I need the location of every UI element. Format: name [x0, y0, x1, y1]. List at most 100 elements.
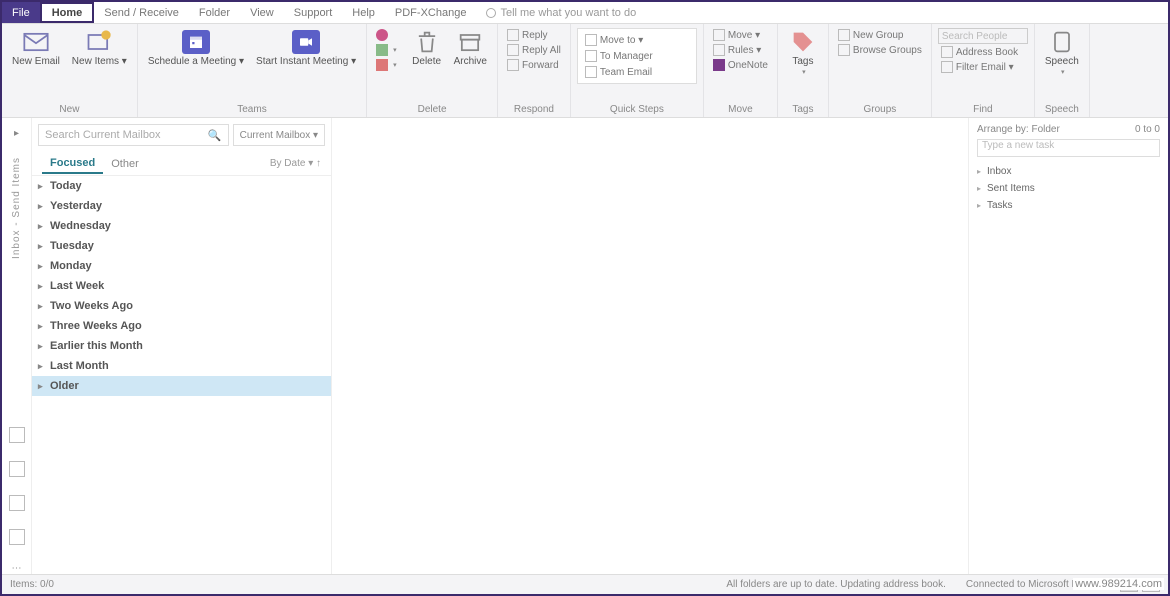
- group-find-label: Find: [938, 104, 1028, 117]
- mail-nav-icon[interactable]: [9, 427, 25, 443]
- move-label: Move ▾: [728, 30, 760, 41]
- tab-home[interactable]: Home: [40, 2, 95, 23]
- todo-arrange-label[interactable]: Arrange by: Folder: [977, 124, 1060, 135]
- search-scope-dropdown[interactable]: Current Mailbox ▾: [233, 124, 325, 146]
- reply-all-button[interactable]: Reply All: [504, 43, 564, 57]
- tab-file[interactable]: File: [2, 2, 40, 23]
- tab-view[interactable]: View: [240, 2, 284, 23]
- move-button[interactable]: Move ▾: [710, 28, 771, 42]
- expand-icon[interactable]: ▸: [14, 128, 19, 139]
- junk-icon: [376, 59, 388, 71]
- tab-support[interactable]: Support: [284, 2, 343, 23]
- instant-meeting-label: Start Instant Meeting ▾: [256, 56, 356, 67]
- delete-label: Delete: [412, 56, 441, 67]
- delete-icon: [413, 30, 441, 54]
- qs-to-manager[interactable]: To Manager: [582, 49, 692, 63]
- onenote-button[interactable]: OneNote: [710, 58, 771, 72]
- new-items-button[interactable]: New Items ▾: [68, 28, 131, 69]
- todo-folder-inbox[interactable]: Inbox: [977, 163, 1160, 180]
- delete-button[interactable]: Delete: [408, 28, 446, 69]
- tab-focused[interactable]: Focused: [42, 154, 103, 174]
- onenote-label: OneNote: [728, 60, 768, 71]
- quick-steps-gallery[interactable]: Move to ▾ To Manager Team Email: [577, 28, 697, 84]
- group-speech: Speech▾ Speech: [1035, 24, 1090, 117]
- group-last-week[interactable]: Last Week: [32, 276, 331, 296]
- group-groups: New Group Browse Groups Groups: [829, 24, 932, 117]
- todo-folder-sent[interactable]: Sent Items: [977, 180, 1160, 197]
- group-last-month[interactable]: Last Month: [32, 356, 331, 376]
- sort-by-date[interactable]: By Date ▾ ↑: [270, 158, 321, 169]
- team-email-icon: [585, 66, 597, 78]
- new-group-button[interactable]: New Group: [835, 28, 925, 42]
- reply-all-label: Reply All: [522, 45, 561, 56]
- speech-label: Speech: [1045, 56, 1079, 67]
- nav-more-icon[interactable]: ⋯: [12, 563, 22, 574]
- group-wednesday[interactable]: Wednesday: [32, 216, 331, 236]
- group-respond-label: Respond: [504, 104, 564, 117]
- group-monday[interactable]: Monday: [32, 256, 331, 276]
- tell-me[interactable]: Tell me what you want to do: [476, 2, 646, 23]
- new-email-label: New Email: [12, 56, 60, 67]
- filter-email-button[interactable]: Filter Email ▾: [938, 60, 1028, 74]
- qs-team-email[interactable]: Team Email: [582, 65, 692, 79]
- new-email-button[interactable]: New Email: [8, 28, 64, 69]
- archive-button[interactable]: Archive: [450, 28, 491, 69]
- instant-meeting-button[interactable]: Start Instant Meeting ▾: [252, 28, 360, 69]
- group-speech-label: Speech: [1041, 104, 1083, 117]
- ignore-icon: [376, 29, 388, 41]
- tasks-nav-icon[interactable]: [9, 529, 25, 545]
- group-older[interactable]: Older: [32, 376, 331, 396]
- forward-icon: [507, 59, 519, 71]
- search-people-placeholder: Search People: [942, 31, 1008, 42]
- reply-icon: [507, 29, 519, 41]
- group-tags-label: Tags: [784, 104, 822, 117]
- group-earlier-this-month[interactable]: Earlier this Month: [32, 336, 331, 356]
- address-book-button[interactable]: Address Book: [938, 45, 1028, 59]
- group-three-weeks-ago[interactable]: Three Weeks Ago: [32, 316, 331, 336]
- message-group-list: Today Yesterday Wednesday Tuesday Monday…: [32, 176, 331, 574]
- todo-folder-tasks[interactable]: Tasks: [977, 197, 1160, 214]
- qs-move-to[interactable]: Move to ▾: [582, 33, 692, 47]
- status-item-count: Items: 0/0: [10, 579, 54, 590]
- onenote-icon: [713, 59, 725, 71]
- tab-help[interactable]: Help: [342, 2, 385, 23]
- search-placeholder: Search Current Mailbox: [45, 129, 161, 141]
- browse-groups-button[interactable]: Browse Groups: [835, 43, 925, 57]
- forward-button[interactable]: Forward: [504, 58, 564, 72]
- envelope-icon: [22, 30, 50, 54]
- rules-button[interactable]: Rules ▾: [710, 43, 771, 57]
- speech-button[interactable]: Speech▾: [1041, 28, 1083, 79]
- tab-folder[interactable]: Folder: [189, 2, 240, 23]
- people-nav-icon[interactable]: [9, 495, 25, 511]
- search-people-input[interactable]: Search People: [938, 28, 1028, 44]
- group-delete: ▾ ▾ Delete Archive Delete: [367, 24, 498, 117]
- folder-pane-collapsed[interactable]: ▸ Inbox - Send Items ⋯: [2, 118, 32, 574]
- schedule-meeting-label: Schedule a Meeting ▾: [148, 56, 244, 67]
- search-input[interactable]: Search Current Mailbox 🔍: [38, 124, 229, 146]
- tab-send-receive[interactable]: Send / Receive: [94, 2, 189, 23]
- group-quick-steps-label: Quick Steps: [577, 104, 697, 117]
- group-today[interactable]: Today: [32, 176, 331, 196]
- reply-all-icon: [507, 44, 519, 56]
- group-yesterday[interactable]: Yesterday: [32, 196, 331, 216]
- new-group-label: New Group: [853, 30, 904, 41]
- reply-button[interactable]: Reply: [504, 28, 564, 42]
- qs-team-label: Team Email: [600, 67, 652, 78]
- new-task-input[interactable]: Type a new task: [977, 139, 1160, 157]
- cleanup-button[interactable]: ▾: [373, 43, 400, 57]
- group-two-weeks-ago[interactable]: Two Weeks Ago: [32, 296, 331, 316]
- junk-button[interactable]: ▾: [373, 58, 400, 72]
- tell-me-label: Tell me what you want to do: [500, 7, 636, 19]
- group-tuesday[interactable]: Tuesday: [32, 236, 331, 256]
- calendar-nav-icon[interactable]: [9, 461, 25, 477]
- reading-pane: [332, 118, 968, 574]
- group-move: Move ▾ Rules ▾ OneNote Move: [704, 24, 778, 117]
- teams-calendar-icon: [182, 30, 210, 54]
- search-icon[interactable]: 🔍: [208, 129, 222, 142]
- schedule-meeting-button[interactable]: Schedule a Meeting ▾: [144, 28, 248, 69]
- tags-button[interactable]: Tags▾: [784, 28, 822, 79]
- tab-pdf-xchange[interactable]: PDF-XChange: [385, 2, 477, 23]
- ignore-button[interactable]: [373, 28, 400, 42]
- tab-other[interactable]: Other: [103, 155, 147, 173]
- filter-email-label: Filter Email ▾: [956, 62, 1014, 73]
